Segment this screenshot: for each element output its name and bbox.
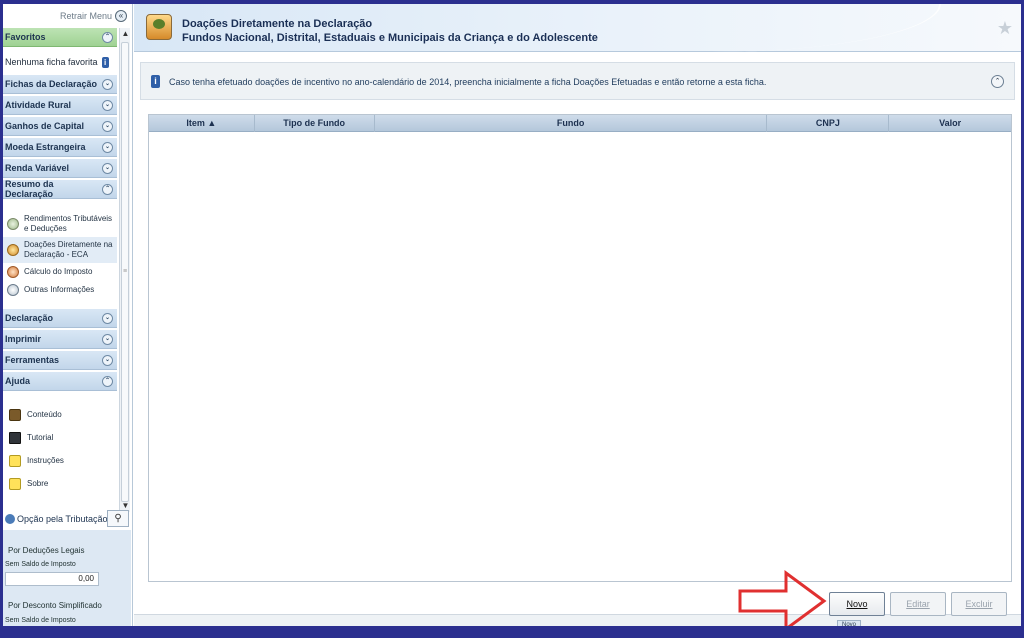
sidebar-section-imprimir[interactable]: Imprimir ⌄ (3, 330, 117, 349)
mini-novo-tab: Novo (837, 620, 861, 626)
sidebar-section-declaracao[interactable]: Declaração ⌄ (3, 309, 117, 328)
chevron-down-icon[interactable]: ⌄ (102, 333, 113, 345)
info-icon: i (151, 75, 160, 88)
money-icon (7, 218, 19, 230)
notice-text: Caso tenha efetuado doações de incentivo… (169, 77, 767, 87)
sidebar-item-sobre[interactable]: Sobre (3, 472, 117, 495)
info-icon: i (101, 56, 109, 68)
tax-summary: Por Deduções Legais Sem Saldo de Imposto… (3, 530, 131, 626)
red-arrow-annotation (738, 570, 827, 626)
sidebar-item-calculo-imposto[interactable]: Cálculo do Imposto (3, 263, 117, 281)
column-valor[interactable]: Valor (889, 115, 1011, 132)
sidebar-item-outras-informacoes[interactable]: Outras Informações (3, 281, 117, 299)
page-header: Doações Diretamente na Declaração Fundos… (134, 4, 1021, 52)
chevron-up-icon[interactable]: ⌃ (102, 375, 113, 387)
sidebar: Retrair Menu « Favoritos ⌃ Nenhuma ficha… (3, 4, 133, 626)
sidebar-section-resumo[interactable]: Resumo da Declaração ⌃ (3, 179, 117, 199)
scroll-thumb[interactable]: ≡ (121, 42, 129, 502)
main-panel: Doações Diretamente na Declaração Fundos… (134, 4, 1021, 626)
opcao-tributacao: Opção pela Tributação: ⚲ (3, 510, 131, 528)
sidebar-item-instrucoes[interactable]: Instruções (3, 449, 117, 472)
donations-table: Item ▲ Tipo de Fundo Fundo CNPJ Valor (148, 114, 1012, 582)
chevron-down-icon[interactable]: ⌄ (102, 354, 113, 366)
chevron-up-icon[interactable]: ⌃ (102, 31, 113, 43)
sidebar-item-tutorial[interactable]: Tutorial (3, 426, 117, 449)
chevron-down-icon[interactable]: ⌄ (102, 312, 113, 324)
sidebar-section-atividade-rural[interactable]: Atividade Rural ⌄ (3, 96, 117, 115)
collapse-menu-icon[interactable]: « (115, 10, 127, 22)
document-icon (9, 454, 21, 467)
column-cnpj[interactable]: CNPJ (767, 115, 890, 132)
editar-button[interactable]: Editar (890, 592, 946, 616)
saldo-status: Sem Saldo de Imposto (5, 561, 76, 568)
table-header: Item ▲ Tipo de Fundo Fundo CNPJ Valor (149, 115, 1011, 132)
page-title: Doações Diretamente na Declaração (182, 18, 373, 30)
info-notice: i Caso tenha efetuado doações de incenti… (140, 62, 1015, 100)
bottom-strip (134, 614, 1021, 626)
novo-button[interactable]: Novo (829, 592, 885, 616)
about-icon (9, 477, 21, 490)
people-icon (5, 514, 15, 524)
collapse-notice-icon[interactable]: ⌃ (991, 75, 1004, 88)
column-item[interactable]: Item ▲ (149, 115, 255, 132)
sidebar-item-rendimentos[interactable]: Rendimentos Tributáveis e Deduções (3, 211, 117, 237)
app-frame: Retrair Menu « Favoritos ⌃ Nenhuma ficha… (0, 0, 1024, 638)
sidebar-section-fichas[interactable]: Fichas da Declaração ⌄ (3, 75, 117, 94)
search-icon[interactable]: ⚲ (107, 510, 129, 527)
sidebar-item-conteudo[interactable]: Conteúdo (3, 403, 117, 426)
chevron-down-icon[interactable]: ⌄ (102, 78, 113, 90)
deducoes-legais-label: Por Deduções Legais (8, 546, 85, 555)
donation-icon (7, 244, 19, 256)
retrair-menu[interactable]: Retrair Menu « (3, 6, 131, 26)
donation-icon (146, 14, 172, 40)
chevron-down-icon[interactable]: ⌄ (102, 162, 113, 174)
sidebar-section-moeda-estrangeira[interactable]: Moeda Estrangeira ⌄ (3, 138, 117, 157)
chevron-down-icon[interactable]: ⌄ (102, 120, 113, 132)
saldo-status: Sem Saldo de Imposto (5, 617, 76, 624)
sidebar-section-ajuda[interactable]: Ajuda ⌃ (3, 372, 117, 391)
saldo-value: 0,00 (5, 572, 99, 586)
calculator-icon (7, 266, 19, 278)
sidebar-section-ganhos-capital[interactable]: Ganhos de Capital ⌄ (3, 117, 117, 136)
sidebar-section-ferramentas[interactable]: Ferramentas ⌄ (3, 351, 117, 370)
info-icon (7, 284, 19, 296)
sidebar-scrollbar[interactable]: ▲ ≡ ▼ (119, 28, 130, 512)
scroll-up-icon[interactable]: ▲ (120, 28, 131, 40)
sidebar-item-doacoes-eca[interactable]: Doações Diretamente na Declaração - ECA (3, 237, 117, 263)
sidebar-menu: Favoritos ⌃ Nenhuma ficha favorita i Fic… (3, 28, 117, 508)
section-label: Favoritos (5, 32, 46, 42)
chevron-up-icon[interactable]: ⌃ (102, 183, 113, 195)
column-tipo-fundo[interactable]: Tipo de Fundo (255, 115, 375, 132)
desconto-simplificado-label: Por Desconto Simplificado (8, 601, 102, 610)
no-favorites-message: Nenhuma ficha favorita i (3, 49, 117, 75)
page-subtitle: Fundos Nacional, Distrital, Estaduais e … (182, 32, 598, 44)
monitor-icon (9, 431, 21, 444)
chevron-down-icon[interactable]: ⌄ (102, 99, 113, 111)
excluir-button[interactable]: Excluir (951, 592, 1007, 616)
retrair-menu-label: Retrair Menu (59, 11, 112, 21)
book-icon (9, 408, 21, 421)
column-fundo[interactable]: Fundo (375, 115, 768, 132)
sidebar-section-renda-variavel[interactable]: Renda Variável ⌄ (3, 159, 117, 178)
favorite-star-icon[interactable]: ★ (997, 18, 1013, 39)
sidebar-section-favoritos[interactable]: Favoritos ⌃ (3, 28, 117, 47)
chevron-down-icon[interactable]: ⌄ (102, 141, 113, 153)
